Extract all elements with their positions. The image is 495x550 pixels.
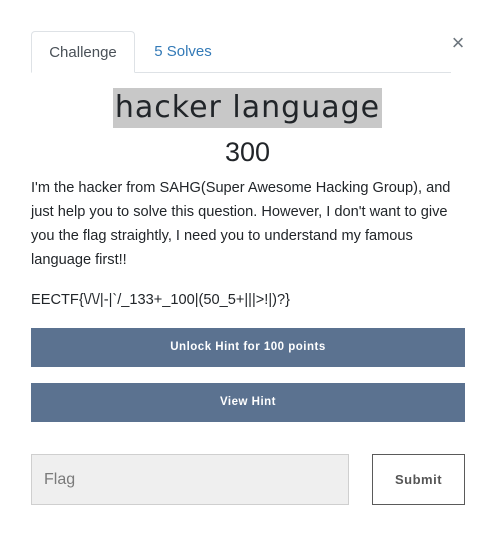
unlock-hint-button[interactable]: Unlock Hint for 100 points <box>31 328 465 367</box>
description-text: I'm the hacker from SAHG(Super Awesome H… <box>31 180 451 268</box>
challenge-name: hacker language <box>112 88 383 128</box>
challenge-description: I'm the hacker from SAHG(Super Awesome H… <box>31 176 465 272</box>
close-icon[interactable]: × <box>449 30 467 56</box>
flag-input[interactable] <box>31 454 349 505</box>
submit-button[interactable]: Submit <box>372 454 465 505</box>
tab-bar: Challenge 5 Solves <box>31 31 451 73</box>
view-hint-button[interactable]: View Hint <box>31 383 465 422</box>
flag-hint-text: EECTF{\/\/|-|`/_133+_100|(50_5+|||>!|)?} <box>31 292 290 308</box>
tab-solves[interactable]: 5 Solves <box>135 31 231 72</box>
tab-challenge[interactable]: Challenge <box>31 31 135 73</box>
challenge-value: 300 <box>224 137 271 167</box>
challenge-modal: Challenge 5 Solves × hacker language 300… <box>0 0 495 550</box>
title-container: hacker language <box>0 88 495 128</box>
